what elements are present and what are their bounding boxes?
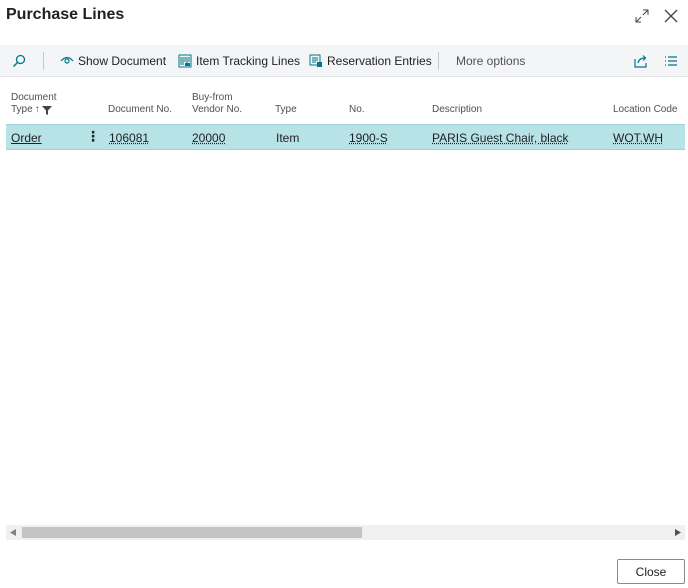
header-label: Vendor No. bbox=[192, 104, 243, 115]
share-button[interactable] bbox=[634, 45, 648, 77]
item-tracking-icon bbox=[178, 54, 192, 68]
column-header-location-code[interactable]: Location Code bbox=[613, 104, 678, 116]
horizontal-scrollbar[interactable] bbox=[6, 525, 685, 540]
dialog-title: Purchase Lines bbox=[6, 6, 125, 23]
toolbar-separator bbox=[43, 52, 44, 70]
more-options-label: More options bbox=[456, 54, 526, 68]
action-bar: Show Document Item Tracking Lines Reserv… bbox=[0, 45, 688, 77]
share-icon bbox=[634, 55, 647, 68]
list-view-button[interactable] bbox=[664, 45, 678, 77]
show-document-label: Show Document bbox=[78, 54, 167, 68]
reservation-entries-icon bbox=[309, 54, 322, 67]
header-label: Buy-from bbox=[192, 92, 233, 103]
reservation-entries-label: Reservation Entries bbox=[327, 54, 432, 68]
cell-description[interactable]: PARIS Guest Chair, black bbox=[432, 131, 569, 145]
table-row[interactable]: Order ⋮ 106081 20000 Item 1900-S PARIS G… bbox=[6, 124, 685, 150]
more-options-button[interactable]: More options bbox=[456, 45, 525, 77]
cell-document-type[interactable]: Order bbox=[11, 131, 42, 145]
show-document-button[interactable]: Show Document bbox=[60, 45, 166, 77]
expand-icon[interactable] bbox=[631, 5, 653, 27]
row-actions-icon[interactable]: ⋮ bbox=[86, 128, 100, 145]
cell-type: Item bbox=[276, 131, 300, 145]
header-label: Type bbox=[11, 104, 33, 115]
header-label: Document bbox=[11, 92, 57, 103]
close-icon[interactable] bbox=[660, 5, 682, 27]
reservation-entries-button[interactable]: Reservation Entries bbox=[309, 45, 432, 77]
item-tracking-lines-label: Item Tracking Lines bbox=[196, 54, 301, 68]
cell-location-code[interactable]: WOT.WH bbox=[613, 131, 663, 145]
column-header-no[interactable]: No. bbox=[349, 104, 365, 116]
list-icon bbox=[665, 56, 677, 66]
column-header-document-type[interactable]: Document Type ↑ bbox=[11, 92, 57, 116]
close-button[interactable]: Close bbox=[617, 559, 685, 584]
column-header-vendor-no[interactable]: Buy-from Vendor No. bbox=[192, 92, 242, 116]
cell-document-no[interactable]: 106081 bbox=[109, 131, 149, 145]
item-tracking-lines-button[interactable]: Item Tracking Lines bbox=[178, 45, 300, 77]
column-header-document-no[interactable]: Document No. bbox=[108, 104, 172, 116]
scrollbar-thumb[interactable] bbox=[22, 527, 362, 538]
cell-no[interactable]: 1900-S bbox=[349, 131, 388, 145]
toolbar-separator bbox=[438, 52, 439, 70]
search-icon bbox=[12, 54, 26, 68]
column-header-description[interactable]: Description bbox=[432, 104, 482, 116]
sort-ascending-icon: ↑ bbox=[34, 104, 40, 115]
scroll-left-icon[interactable] bbox=[10, 529, 16, 536]
cell-vendor-no[interactable]: 20000 bbox=[192, 131, 225, 145]
search-button[interactable] bbox=[12, 45, 26, 77]
filter-icon bbox=[41, 105, 52, 115]
eye-icon bbox=[60, 56, 74, 64]
scroll-right-icon[interactable] bbox=[675, 529, 681, 536]
column-header-type[interactable]: Type bbox=[275, 104, 297, 116]
